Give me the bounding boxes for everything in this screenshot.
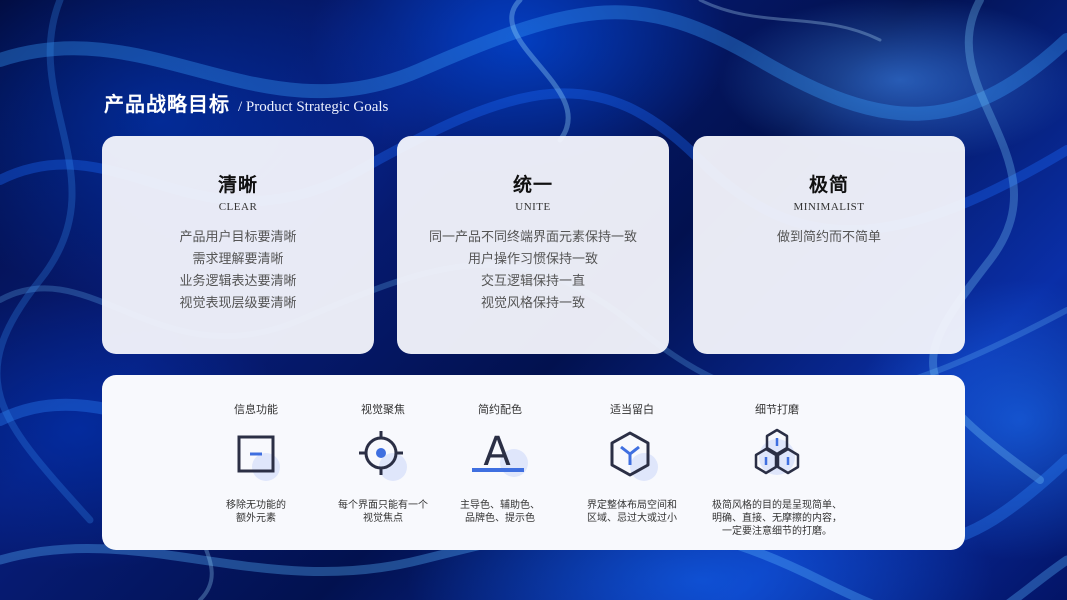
card-line: 做到简约而不简单	[776, 230, 881, 245]
feature-desc-line: 极简风格的目的是呈现简单、	[712, 500, 842, 511]
feature-title: 简约配色	[478, 403, 522, 416]
card-subtitle: UNITE	[515, 201, 551, 213]
card-line: 用户操作习惯保持一致	[467, 252, 598, 267]
card-line: 同一产品不同终端界面元素保持一致	[428, 230, 637, 245]
card-line: 业务逻辑表达要清晰	[179, 274, 297, 289]
feature-desc-line: 界定整体布局空间和	[587, 500, 677, 511]
card-clear: 清晰 CLEAR 产品用户目标要清晰 需求理解要清晰 业务逻辑表达要清晰 视觉表…	[102, 136, 374, 354]
crosshair-target-icon	[353, 427, 413, 487]
cube-icon	[602, 427, 662, 487]
page-title: 产品战略目标	[104, 92, 230, 116]
card-line: 视觉风格保持一致	[480, 296, 585, 311]
feature-desc-line: 品牌色、提示色	[465, 513, 535, 524]
feature-detail-polish: 细节打磨 极简风格的目的是呈现简单、 明确、直接、无摩擦的内容， 一定要注意细节…	[702, 375, 852, 538]
square-minus-icon	[226, 427, 286, 487]
card-minimalist: 极简 MINIMALIST 做到简约而不简单	[693, 136, 965, 354]
card-line: 交互逻辑保持一直	[480, 274, 585, 289]
feature-desc-line: 明确、直接、无摩擦的内容，	[712, 513, 842, 524]
page-subtitle: / Product Strategic Goals	[238, 99, 389, 115]
features-panel: 信息功能 移除无功能的 额外元素 视觉聚焦 每个界面只能有一个 视觉焦点 简约配…	[102, 375, 965, 550]
feature-whitespace: 适当留白 界定整体布局空间和 区域、忌过大或过小	[557, 375, 707, 525]
page-heading: 产品战略目标 / Product Strategic Goals	[104, 88, 388, 116]
feature-simple-colors: 简约配色 A 主导色、辅助色、 品牌色、提示色	[425, 375, 575, 525]
feature-desc-line: 主导色、辅助色、	[460, 500, 540, 511]
card-line: 需求理解要清晰	[192, 252, 284, 267]
card-subtitle: MINIMALIST	[793, 201, 865, 213]
hexagon-cluster-icon	[747, 427, 807, 487]
card-line: 产品用户目标要清晰	[179, 230, 297, 245]
card-title: 统一	[512, 174, 553, 196]
feature-desc-line: 一定要注意细节的打磨。	[722, 526, 832, 537]
card-title: 清晰	[217, 174, 258, 196]
card-line: 视觉表现层级要清晰	[179, 296, 297, 311]
feature-desc-line: 区域、忌过大或过小	[587, 513, 677, 524]
card-title: 极简	[808, 174, 849, 196]
feature-title: 适当留白	[610, 403, 654, 416]
card-unite: 统一 UNITE 同一产品不同终端界面元素保持一致 用户操作习惯保持一致 交互逻…	[397, 136, 669, 354]
letter-a-color-icon: A	[470, 427, 530, 487]
feature-title: 细节打磨	[755, 403, 799, 416]
card-subtitle: CLEAR	[218, 201, 258, 213]
